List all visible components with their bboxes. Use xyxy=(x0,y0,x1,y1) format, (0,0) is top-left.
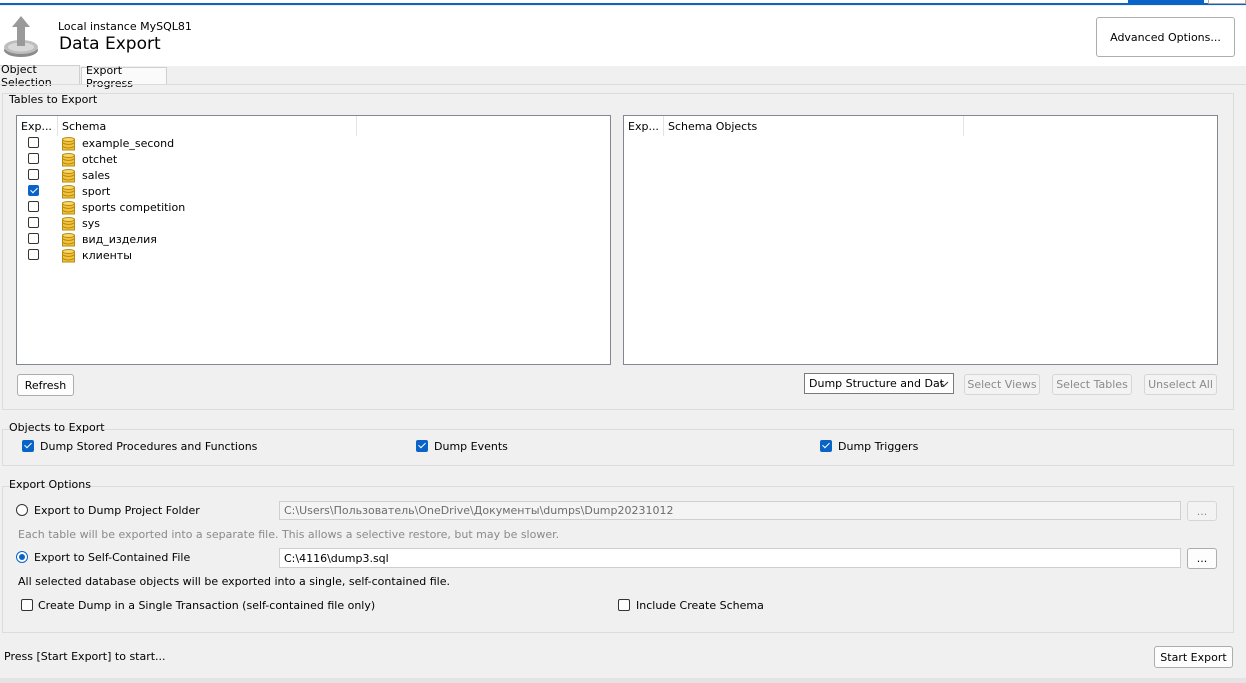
database-icon xyxy=(62,233,75,247)
select-tables-button[interactable]: Select Tables xyxy=(1052,374,1132,395)
include-schema-label: Include Create Schema xyxy=(636,599,764,612)
single-transaction-checkbox[interactable] xyxy=(21,599,33,611)
tab-export-progress[interactable]: Export Progress xyxy=(81,64,167,90)
schema-checkbox[interactable] xyxy=(28,249,39,260)
schema-checkbox[interactable] xyxy=(28,233,39,244)
list-item[interactable]: example_second xyxy=(17,136,610,152)
connection-name: Local instance MySQL81 xyxy=(58,20,192,33)
database-icon xyxy=(62,217,75,231)
schema-list[interactable]: Exp... Schema example_second otchet sale… xyxy=(16,115,611,365)
export-folder-radio[interactable] xyxy=(16,504,28,516)
folder-hint: Each table will be exported into a separ… xyxy=(18,528,560,541)
tab-export-progress-label: Export Progress xyxy=(86,63,133,90)
chevron-down-icon xyxy=(939,381,949,387)
database-icon xyxy=(62,137,75,151)
dump-events-label: Dump Events xyxy=(434,440,508,453)
column-export[interactable]: Exp... xyxy=(624,116,664,136)
schema-name: вид_изделия xyxy=(82,233,157,246)
tab-divider xyxy=(0,84,1246,85)
schema-checkbox[interactable] xyxy=(28,153,39,164)
database-icon xyxy=(62,185,75,199)
dump-triggers-label: Dump Triggers xyxy=(838,440,919,453)
schema-checkbox[interactable] xyxy=(28,201,39,212)
list-item[interactable]: sports competition xyxy=(17,200,610,216)
page-title: Data Export xyxy=(59,34,161,54)
file-browse-button[interactable]: ... xyxy=(1187,548,1217,569)
dump-mode-select[interactable]: Dump Structure and Dat xyxy=(804,373,954,394)
tab-object-selection[interactable]: Object Selection xyxy=(0,63,80,89)
start-export-button[interactable]: Start Export xyxy=(1154,646,1233,668)
export-file-label: Export to Self-Contained File xyxy=(34,551,191,564)
schema-name: sales xyxy=(82,169,111,182)
export-options-label: Export Options xyxy=(9,478,91,491)
list-item[interactable]: otchet xyxy=(17,152,610,168)
dump-routines-checkbox[interactable] xyxy=(22,440,34,452)
database-icon xyxy=(62,153,75,167)
schema-name: sport xyxy=(82,185,111,198)
objects-to-export-label: Objects to Export xyxy=(9,421,105,434)
select-views-button[interactable]: Select Views xyxy=(964,374,1040,395)
export-icon xyxy=(2,14,40,58)
folder-path-input[interactable]: C:\Users\Пользователь\OneDrive\Документы… xyxy=(279,501,1181,520)
list-item[interactable]: вид_изделия xyxy=(17,232,610,248)
status-text: Press [Start Export] to start... xyxy=(4,650,166,663)
folder-browse-button[interactable]: ... xyxy=(1187,501,1217,521)
dump-mode-value: Dump Structure and Dat xyxy=(809,377,945,390)
schema-name: example_second xyxy=(82,137,175,150)
schema-name: клиенты xyxy=(82,249,132,262)
schema-name: sports competition xyxy=(82,201,186,214)
column-schema[interactable]: Schema xyxy=(58,116,357,136)
export-folder-label: Export to Dump Project Folder xyxy=(34,504,200,517)
schema-checkbox[interactable] xyxy=(28,185,39,196)
window-top-button[interactable] xyxy=(1208,0,1246,4)
dump-events-checkbox[interactable] xyxy=(416,440,428,452)
file-hint: All selected database objects will be ex… xyxy=(18,575,450,588)
database-icon xyxy=(62,201,75,215)
export-file-radio[interactable] xyxy=(16,551,28,563)
list-item[interactable]: sys xyxy=(17,216,610,232)
unselect-all-button[interactable]: Unselect All xyxy=(1144,374,1217,395)
schema-name: otchet xyxy=(82,153,118,166)
schema-checkbox[interactable] xyxy=(28,169,39,180)
tables-to-export-label: Tables to Export xyxy=(9,93,98,106)
file-path-input[interactable]: C:\4116\dump3.sql xyxy=(279,548,1181,568)
bottom-strip xyxy=(0,678,1246,683)
schema-checkbox[interactable] xyxy=(28,137,39,148)
list-item[interactable]: sales xyxy=(17,168,610,184)
include-schema-checkbox[interactable] xyxy=(618,599,630,611)
advanced-options-button[interactable]: Advanced Options... xyxy=(1096,17,1235,57)
database-icon xyxy=(62,249,75,263)
refresh-button[interactable]: Refresh xyxy=(17,374,74,396)
single-transaction-label: Create Dump in a Single Transaction (sel… xyxy=(38,599,376,612)
schema-checkbox[interactable] xyxy=(28,217,39,228)
column-export[interactable]: Exp... xyxy=(17,116,58,136)
schema-objects-list[interactable]: Exp... Schema Objects xyxy=(623,115,1218,365)
schema-name: sys xyxy=(82,217,100,230)
database-icon xyxy=(62,169,75,183)
window-top-tab[interactable] xyxy=(1128,0,1204,4)
window-top-strip xyxy=(0,0,1246,5)
dump-routines-label: Dump Stored Procedures and Functions xyxy=(40,440,258,453)
list-item[interactable]: клиенты xyxy=(17,248,610,264)
header: Local instance MySQL81 Data Export Advan… xyxy=(0,6,1246,66)
column-schema-objects[interactable]: Schema Objects xyxy=(664,116,964,136)
dump-triggers-checkbox[interactable] xyxy=(820,440,832,452)
list-item[interactable]: sport xyxy=(17,184,610,200)
